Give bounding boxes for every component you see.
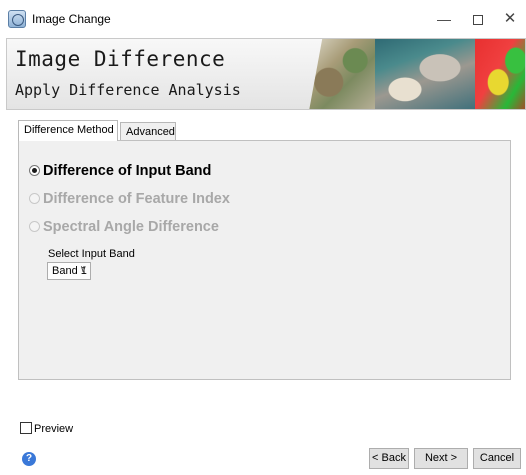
back-button[interactable]: < Back [369,448,409,469]
chevron-down-icon: ∨ [79,264,87,275]
banner-subtitle: Apply Difference Analysis [15,81,241,99]
minimize-button[interactable]: — [430,8,458,30]
radio-label: Difference of Input Band [43,163,212,179]
next-button[interactable]: Next > [414,448,468,469]
help-icon[interactable]: ? [22,452,36,466]
header-banner: Image Difference Apply Difference Analys… [6,38,526,110]
close-button[interactable]: ✕ [496,8,524,30]
radio-selected-icon [29,165,40,176]
banner-satellite-image-2 [375,39,475,109]
banner-change-map-image [475,39,525,109]
radio-unselected-icon [29,221,40,232]
maximize-button[interactable] [464,8,492,30]
tab-panel: Difference of Input Band Difference of F… [18,140,511,380]
app-icon [8,10,26,28]
window-title: Image Change [32,12,111,26]
maximize-icon [473,15,483,26]
select-input-band-label: Select Input Band [48,248,135,260]
tab-difference-method[interactable]: Difference Method [18,120,118,141]
title-bar: Image Change — ✕ [0,0,526,38]
banner-title: Image Difference [15,47,226,71]
preview-label: Preview [34,423,74,435]
radio-label: Difference of Feature Index [43,191,230,207]
radio-difference-of-input-band[interactable]: Difference of Input Band [29,163,211,181]
radio-label: Spectral Angle Difference [43,219,219,235]
input-band-select[interactable]: Band 1 ∨ [47,262,91,280]
cancel-button[interactable]: Cancel [473,448,521,469]
radio-difference-of-feature-index: Difference of Feature Index [29,191,230,209]
radio-spectral-angle-difference: Spectral Angle Difference [29,219,219,237]
preview-checkbox[interactable]: Preview [20,422,73,435]
tab-advanced[interactable]: Advanced [120,122,176,140]
banner-satellite-image-1 [309,39,375,109]
checkbox-icon [20,422,32,434]
radio-unselected-icon [29,193,40,204]
